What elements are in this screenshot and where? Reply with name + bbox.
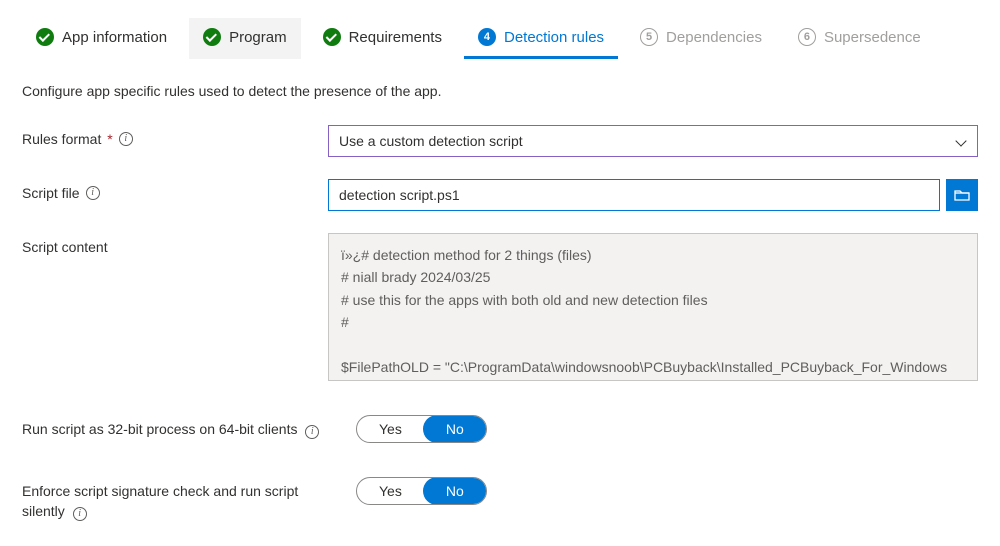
rules-format-select[interactable]: Use a custom detection script: [328, 125, 978, 157]
info-icon[interactable]: i: [86, 186, 100, 200]
tab-label: Supersedence: [824, 29, 921, 46]
toggle-yes[interactable]: Yes: [357, 478, 424, 504]
folder-icon: [954, 188, 970, 202]
tab-label: Detection rules: [504, 29, 604, 46]
label-run-32bit: Run script as 32-bit process on 64-bit c…: [22, 415, 328, 439]
tab-label: App information: [62, 29, 167, 46]
toggle-no[interactable]: No: [423, 477, 487, 505]
step-number-icon: 5: [640, 28, 658, 46]
row-rules-format: Rules format * i Use a custom detection …: [22, 125, 978, 157]
step-number-icon: 4: [478, 28, 496, 46]
page-description: Configure app specific rules used to det…: [22, 83, 978, 99]
tab-requirements[interactable]: Requirements: [309, 18, 456, 59]
toggle-run-32bit: Yes No: [356, 415, 487, 443]
step-number-icon: 6: [798, 28, 816, 46]
info-icon[interactable]: i: [73, 507, 87, 521]
tab-label: Dependencies: [666, 29, 762, 46]
row-script-content: Script content ï»¿# detection method for…: [22, 233, 978, 381]
browse-file-button[interactable]: [946, 179, 978, 211]
tab-program[interactable]: Program: [189, 18, 301, 59]
label-script-content: Script content: [22, 233, 328, 255]
tab-label: Requirements: [349, 29, 442, 46]
label-enforce-sig: Enforce script signature check and run s…: [22, 477, 328, 522]
label-script-file: Script file i: [22, 179, 328, 201]
info-icon[interactable]: i: [119, 132, 133, 146]
info-icon[interactable]: i: [305, 425, 319, 439]
label-rules-format: Rules format * i: [22, 125, 328, 147]
script-file-input[interactable]: [328, 179, 940, 211]
toggle-enforce-sig: Yes No: [356, 477, 487, 505]
required-star: *: [103, 131, 112, 147]
row-script-file: Script file i: [22, 179, 978, 211]
check-icon: [203, 28, 221, 46]
check-icon: [323, 28, 341, 46]
tab-detection-rules[interactable]: 4 Detection rules: [464, 18, 618, 59]
check-icon: [36, 28, 54, 46]
row-run-32bit: Run script as 32-bit process on 64-bit c…: [22, 415, 978, 443]
tab-label: Program: [229, 29, 287, 46]
tabs: App information Program Requirements 4 D…: [22, 18, 978, 59]
select-value: Use a custom detection script: [339, 133, 523, 149]
tab-dependencies[interactable]: 5 Dependencies: [626, 18, 776, 59]
chevron-down-icon: [955, 135, 967, 147]
toggle-yes[interactable]: Yes: [357, 416, 424, 442]
tab-app-information[interactable]: App information: [22, 18, 181, 59]
script-content-textarea[interactable]: ï»¿# detection method for 2 things (file…: [328, 233, 978, 381]
tab-supersedence[interactable]: 6 Supersedence: [784, 18, 935, 59]
toggle-no[interactable]: No: [423, 415, 487, 443]
row-enforce-sig: Enforce script signature check and run s…: [22, 477, 978, 522]
